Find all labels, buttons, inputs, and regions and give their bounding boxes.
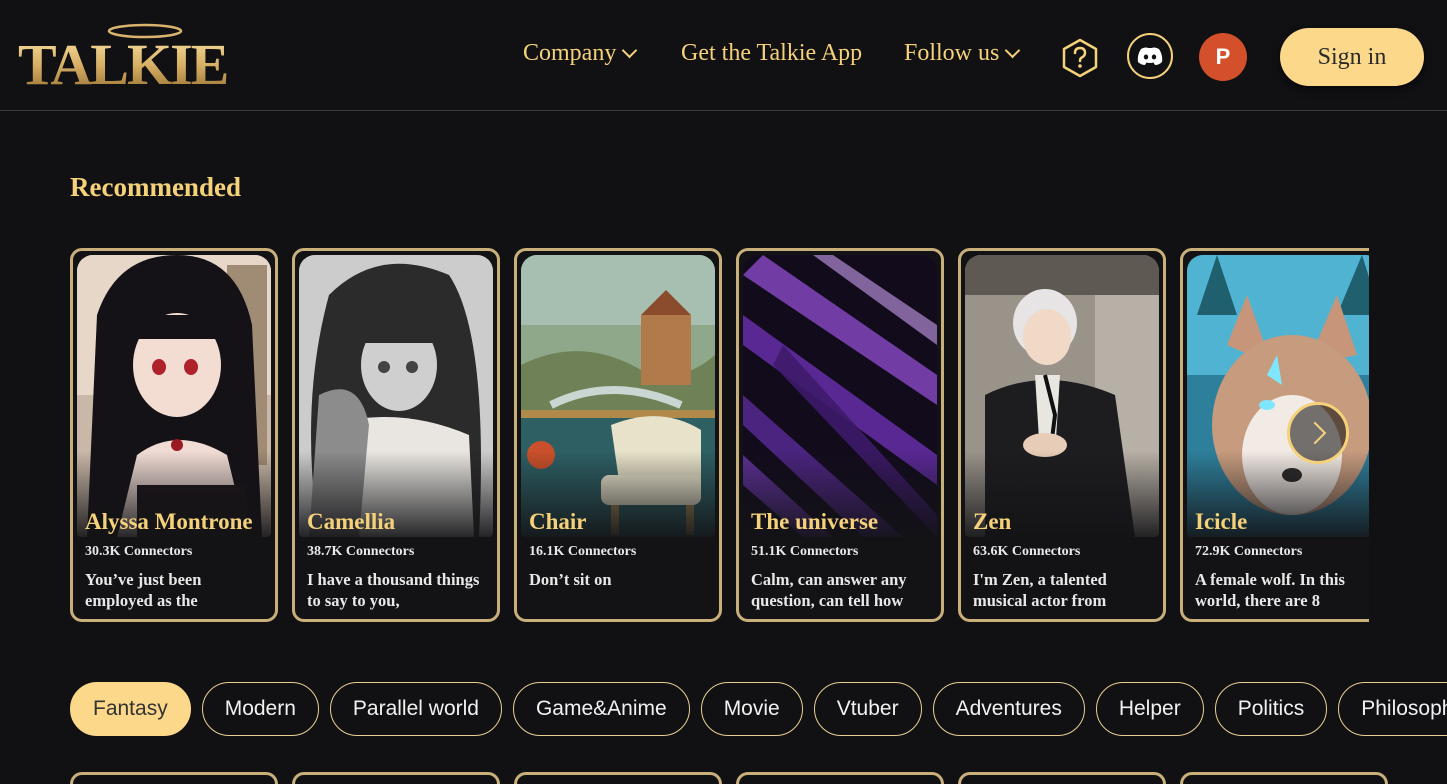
recommended-carousel: Alyssa Montrone 30.3K Connectors You’ve … (70, 246, 1369, 624)
category-game-anime[interactable]: Game&Anime (512, 682, 690, 736)
category-vtuber[interactable]: Vtuber (813, 682, 922, 736)
character-description: I'm Zen, a talented musical actor from (973, 570, 1107, 610)
nav-get-app[interactable]: Get the Talkie App (681, 40, 862, 67)
category-modern[interactable]: Modern (201, 682, 319, 736)
sign-in-label: Sign in (1317, 43, 1387, 70)
connector-count: 72.9K Connectors (1195, 544, 1303, 559)
talkie-logo[interactable]: TALKIE (18, 22, 258, 97)
character-card[interactable]: Alyssa Montrone 30.3K Connectors You’ve … (70, 248, 278, 622)
discord-icon[interactable] (1127, 33, 1173, 79)
carousel-next-button[interactable] (1287, 402, 1349, 464)
character-name: Alyssa Montrone (85, 509, 253, 534)
character-description: A female wolf. In this world, there are … (1195, 570, 1345, 610)
category-parallel-world[interactable]: Parallel world (329, 682, 502, 736)
svg-text:TALKIE: TALKIE (18, 32, 227, 94)
character-description: I have a thousand things to say to you, (307, 570, 480, 610)
sign-in-button[interactable]: Sign in (1280, 28, 1424, 86)
avatar-initial: P (1215, 44, 1231, 69)
nav-follow-label: Follow us (904, 40, 1000, 66)
connector-count: 16.1K Connectors (529, 544, 637, 559)
character-card[interactable]: The universe 51.1K Connectors Calm, can … (736, 248, 944, 622)
character-name: The universe (751, 509, 879, 534)
next-row-card (1180, 772, 1388, 784)
character-name: Zen (973, 509, 1012, 534)
character-description: Calm, can answer any question, can tell … (751, 570, 907, 610)
connector-count: 51.1K Connectors (751, 544, 859, 559)
next-row-card (70, 772, 278, 784)
help-icon[interactable] (1058, 36, 1102, 80)
character-name: Icicle (1195, 509, 1248, 534)
chevron-right-icon (1303, 421, 1327, 445)
next-row-card (958, 772, 1166, 784)
character-card[interactable]: Chair 16.1K Connectors Don’t sit on (514, 248, 722, 622)
nav-company-label: Company (523, 40, 617, 66)
character-description: Don’t sit on (529, 570, 612, 589)
next-row-card (736, 772, 944, 784)
nav-follow-us[interactable]: Follow us (904, 40, 1021, 67)
character-name: Camellia (307, 509, 396, 534)
category-tabs: Fantasy Modern Parallel world Game&Anime… (70, 682, 1447, 736)
top-header: TALKIE Company Get the Talkie App Follow… (0, 0, 1447, 111)
character-card[interactable]: Zen 63.6K Connectors I'm Zen, a talented… (958, 248, 1166, 622)
category-movie[interactable]: Movie (700, 682, 803, 736)
character-name: Chair (529, 509, 587, 534)
connector-count: 30.3K Connectors (85, 544, 193, 559)
nav-company[interactable]: Company (523, 40, 638, 67)
chevron-down-icon (622, 42, 638, 59)
character-description: You’ve just been employed as the (85, 570, 202, 610)
recommended-title: Recommended (70, 172, 241, 202)
next-row-card (514, 772, 722, 784)
category-adventures[interactable]: Adventures (932, 682, 1085, 736)
connector-count: 63.6K Connectors (973, 544, 1081, 559)
character-card[interactable]: Camellia 38.7K Connectors I have a thous… (292, 248, 500, 622)
category-fantasy[interactable]: Fantasy (70, 682, 191, 736)
category-helper[interactable]: Helper (1095, 682, 1204, 736)
user-avatar[interactable]: P (1199, 33, 1247, 81)
next-row-card (292, 772, 500, 784)
category-philosophy[interactable]: Philosophy (1338, 682, 1447, 736)
nav-get-app-label: Get the Talkie App (681, 40, 863, 66)
connector-count: 38.7K Connectors (307, 544, 415, 559)
category-politics[interactable]: Politics (1214, 682, 1328, 736)
chevron-down-icon (1005, 42, 1021, 59)
